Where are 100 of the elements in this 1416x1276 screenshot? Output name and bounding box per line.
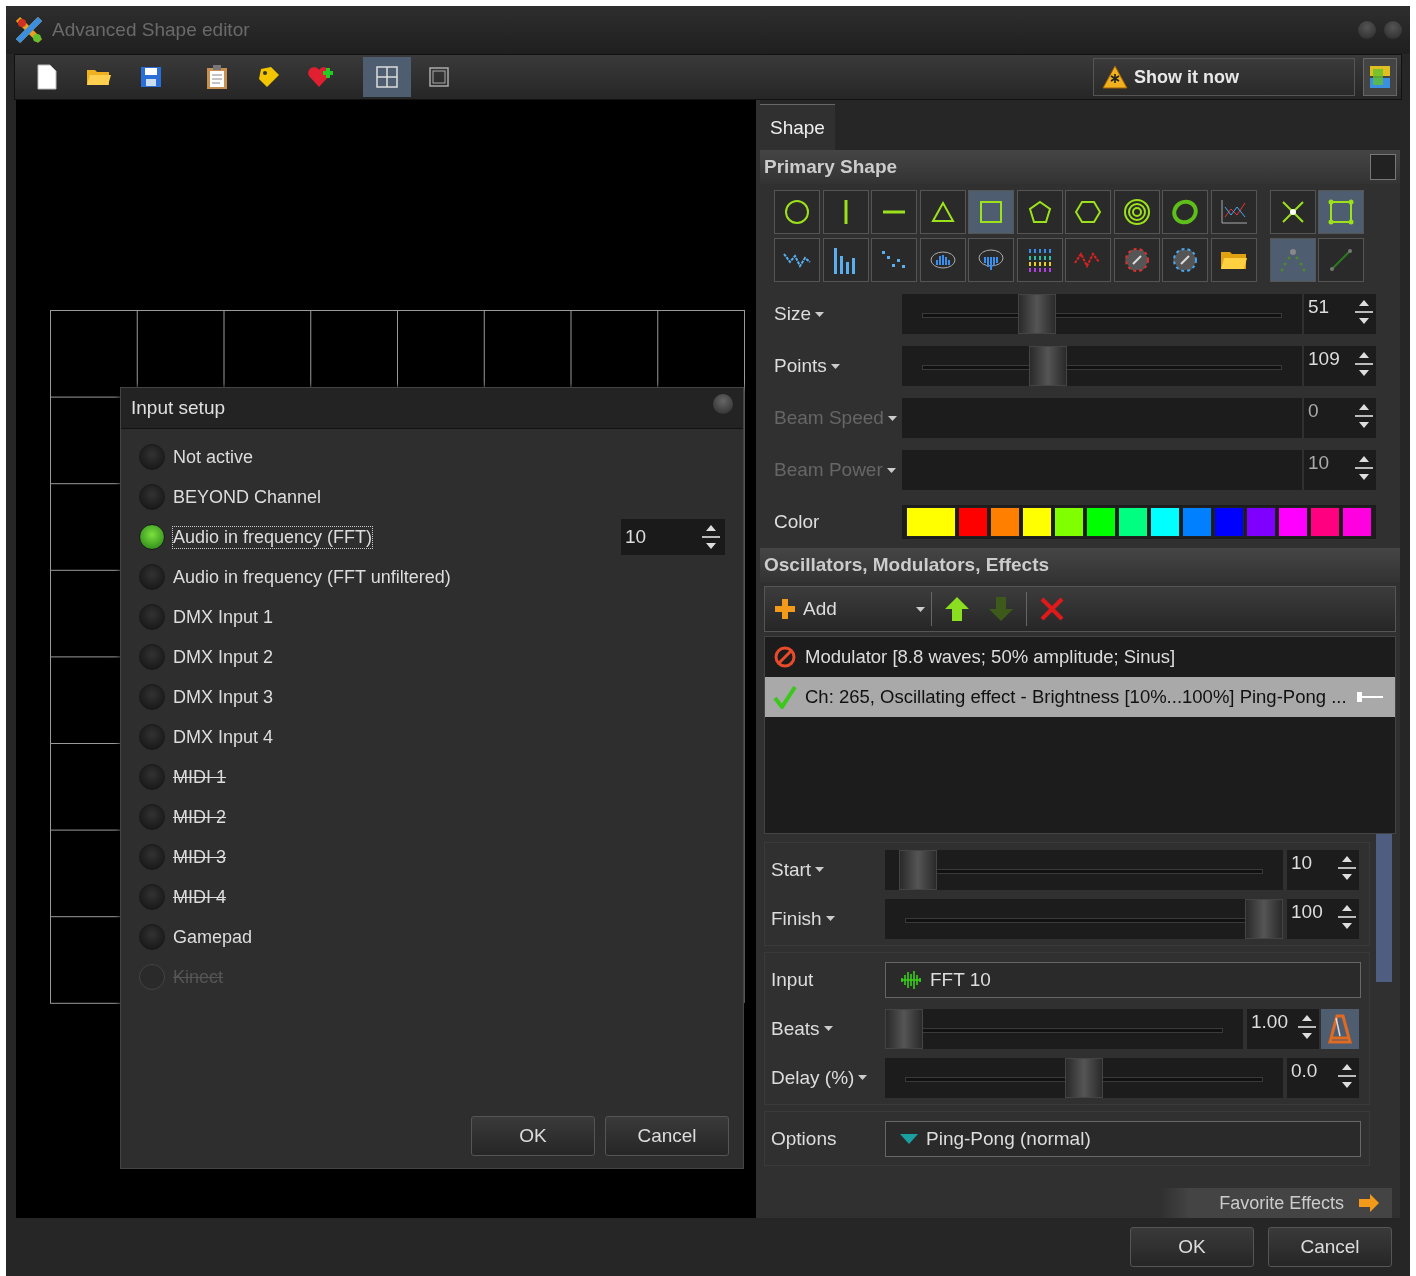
radio-button[interactable] (139, 884, 165, 910)
dialog-button[interactable]: OK (471, 1116, 595, 1156)
shape-button[interactable] (1210, 238, 1257, 282)
shape-button[interactable] (871, 238, 917, 282)
parameter-label[interactable]: Finish (771, 907, 883, 930)
shape-button[interactable] (1065, 190, 1111, 234)
color-swatch[interactable] (990, 507, 1020, 537)
option-label[interactable]: MIDI 4 (173, 886, 226, 908)
shape-button[interactable] (1162, 190, 1208, 234)
option-label[interactable]: Audio in frequency (FFT unfiltered) (173, 566, 451, 588)
radio-button[interactable] (139, 644, 165, 670)
slider[interactable] (902, 346, 1302, 386)
number-field[interactable]: 100 (1287, 898, 1359, 939)
shape-button[interactable] (919, 190, 966, 234)
parameter-label[interactable]: Points (774, 355, 902, 377)
shape-button[interactable] (822, 190, 869, 234)
parameter-label[interactable]: Start (771, 858, 883, 881)
option-label[interactable]: Audio in frequency (FFT) (173, 526, 373, 548)
parameter-label[interactable]: Delay (%) (771, 1066, 883, 1089)
color-swatch[interactable] (1150, 507, 1180, 537)
shape-button[interactable] (968, 190, 1014, 234)
show-it-now-button[interactable]: Show it now (1093, 58, 1355, 96)
slider-thumb[interactable] (1028, 346, 1067, 386)
check-icon[interactable] (773, 685, 797, 709)
color-swatch[interactable] (906, 507, 956, 537)
color-swatch[interactable] (1086, 507, 1116, 537)
shape-button[interactable] (968, 238, 1014, 282)
shape-button[interactable] (919, 238, 966, 282)
dialog-button[interactable]: Cancel (605, 1116, 729, 1156)
radio-button[interactable] (139, 564, 165, 590)
slider[interactable] (902, 294, 1302, 334)
option-label[interactable]: MIDI 2 (173, 806, 226, 828)
radio-button[interactable] (139, 724, 165, 750)
number-field[interactable]: 1.00 (1247, 1008, 1319, 1049)
effects-list-item[interactable]: Modulator [8.8 waves; 50% amplitude; Sinus] (765, 637, 1395, 677)
radio-button[interactable] (139, 844, 165, 870)
slider-thumb[interactable] (1245, 898, 1283, 939)
color-swatch[interactable] (958, 507, 988, 537)
radio-button[interactable] (139, 804, 165, 830)
shape-button[interactable] (871, 190, 917, 234)
option-label[interactable]: DMX Input 2 (173, 646, 274, 668)
add-dropdown-button[interactable]: Add (773, 597, 925, 621)
color-swatch[interactable] (1310, 507, 1340, 537)
parameter-label[interactable]: Beats (771, 1017, 883, 1040)
shape-button[interactable] (1113, 190, 1160, 234)
option-label[interactable]: BEYOND Channel (173, 486, 322, 508)
color-swatch[interactable] (1118, 507, 1148, 537)
effects-list-item[interactable]: Ch: 265, Oscillating effect - Brightness [10%...100%] Ping-Pong ... (765, 677, 1395, 717)
color-swatch[interactable] (1342, 507, 1372, 537)
window-layout-button[interactable] (1363, 58, 1397, 96)
slider[interactable] (885, 849, 1283, 890)
color-swatch[interactable] (1054, 507, 1084, 537)
shape-button[interactable] (822, 238, 869, 282)
shape-button[interactable] (774, 190, 820, 234)
option-label[interactable]: MIDI 1 (173, 766, 226, 788)
tab[interactable]: Shape (760, 104, 835, 150)
color-swatch[interactable] (1022, 507, 1052, 537)
number-field[interactable]: 10 (621, 519, 725, 555)
dialog-close-button[interactable] (713, 394, 733, 414)
color-swatch[interactable] (1182, 507, 1212, 537)
slider-thumb[interactable] (1065, 1057, 1103, 1098)
options-dropdown[interactable]: Ping-Pong (normal) (885, 1120, 1361, 1157)
number-field[interactable]: 10 (1287, 849, 1359, 890)
option-label[interactable]: DMX Input 4 (173, 726, 274, 748)
dialog-button[interactable]: Cancel (1268, 1227, 1392, 1267)
slider[interactable] (885, 1008, 1243, 1049)
option-label[interactable]: Not active (173, 446, 254, 468)
number-field[interactable]: 51 (1304, 294, 1376, 334)
option-label[interactable]: MIDI 3 (173, 846, 226, 868)
shape-button[interactable] (1318, 190, 1364, 234)
slider[interactable] (885, 898, 1283, 939)
slider-thumb[interactable] (1017, 294, 1056, 334)
input-source-field[interactable]: FFT 10 (885, 961, 1361, 998)
option-label[interactable]: DMX Input 3 (173, 686, 274, 708)
slider-thumb[interactable] (885, 1008, 923, 1049)
color-swatch[interactable] (1214, 507, 1244, 537)
shape-button[interactable] (1162, 238, 1208, 282)
parameter-label[interactable]: Size (774, 303, 902, 325)
radio-button[interactable] (139, 764, 165, 790)
shape-button[interactable] (1016, 238, 1063, 282)
color-swatch[interactable] (1246, 507, 1276, 537)
shape-button[interactable] (774, 238, 820, 282)
color-swatch[interactable] (1278, 507, 1308, 537)
number-field[interactable]: 0.0 (1287, 1057, 1359, 1098)
slider[interactable] (885, 1057, 1283, 1098)
radio-button[interactable] (139, 684, 165, 710)
checkbox[interactable] (1370, 154, 1396, 180)
shape-button[interactable] (1016, 190, 1063, 234)
slider-thumb[interactable] (899, 849, 938, 890)
radio-button[interactable] (139, 444, 165, 470)
metronome-button[interactable] (1321, 1008, 1359, 1049)
radio-button[interactable] (139, 484, 165, 510)
radio-button[interactable] (139, 524, 165, 550)
shape-button[interactable] (1269, 190, 1316, 234)
radio-button[interactable] (139, 604, 165, 630)
dialog-button[interactable]: OK (1130, 1227, 1254, 1267)
scrollbar-thumb[interactable] (1376, 834, 1392, 982)
option-label[interactable]: DMX Input 1 (173, 606, 274, 628)
number-field[interactable]: 109 (1304, 346, 1376, 386)
radio-button[interactable] (139, 924, 165, 950)
